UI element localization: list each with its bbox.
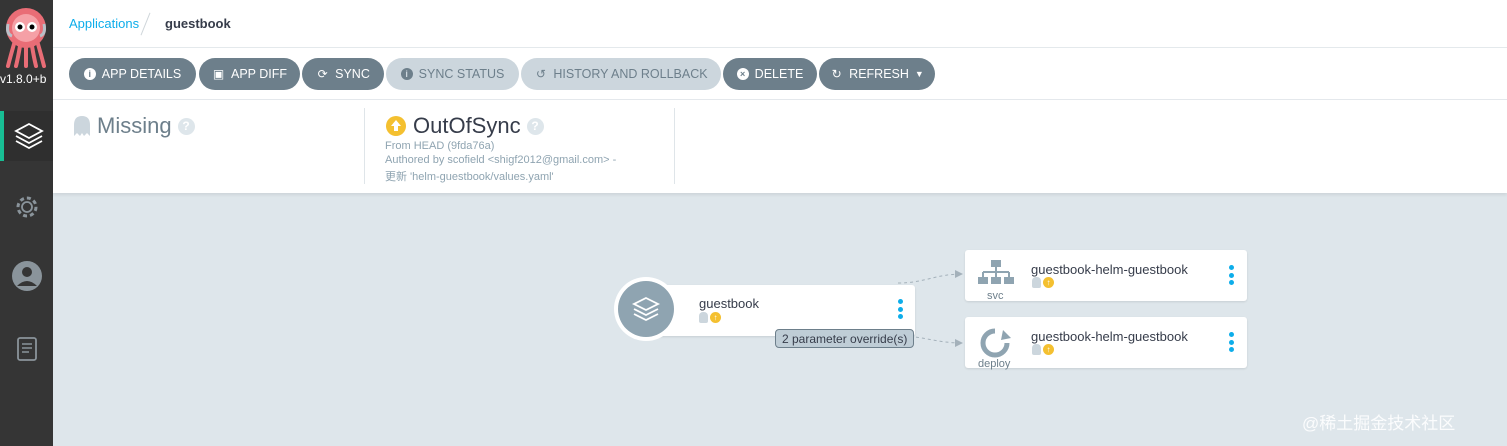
app-node-status: ↑ bbox=[699, 312, 721, 323]
resource-menu-icon[interactable] bbox=[1228, 265, 1234, 285]
parameter-override-badge[interactable]: 2 parameter override(s) bbox=[775, 329, 915, 348]
arrowhead-icon bbox=[955, 270, 963, 278]
resource-node-svc[interactable]: svc guestbook-helm-guestbook ↑ bbox=[965, 250, 1247, 302]
app-node-menu-icon[interactable] bbox=[897, 299, 903, 319]
ghost-icon bbox=[699, 312, 708, 323]
deployment-icon bbox=[980, 328, 1011, 358]
arrow-up-circle-icon: ↑ bbox=[1043, 344, 1054, 355]
edge-to-svc bbox=[897, 273, 964, 284]
app-node-name: guestbook bbox=[699, 296, 759, 311]
graph-edges bbox=[897, 270, 964, 347]
resource-status: ↑ bbox=[1032, 344, 1054, 355]
app-node-icon bbox=[614, 277, 678, 341]
layers-icon bbox=[631, 296, 661, 322]
arrowhead-icon bbox=[955, 339, 963, 347]
resource-kind-label: svc bbox=[987, 290, 1004, 302]
service-icon bbox=[978, 260, 1014, 284]
arrow-up-circle-icon: ↑ bbox=[710, 312, 721, 323]
resource-name: guestbook-helm-guestbook bbox=[1031, 262, 1188, 277]
resource-kind-label: deploy bbox=[978, 358, 1011, 370]
resource-menu-icon[interactable] bbox=[1228, 332, 1234, 352]
ghost-icon bbox=[1032, 277, 1041, 288]
resource-node-deploy[interactable]: deploy guestbook-helm-guestbook ↑ bbox=[965, 317, 1247, 370]
ghost-icon bbox=[1032, 344, 1041, 355]
watermark: @稀土掘金技术社区 bbox=[1302, 414, 1456, 433]
arrow-up-circle-icon: ↑ bbox=[1043, 277, 1054, 288]
resource-status: ↑ bbox=[1032, 277, 1054, 288]
resource-name: guestbook-helm-guestbook bbox=[1031, 329, 1188, 344]
